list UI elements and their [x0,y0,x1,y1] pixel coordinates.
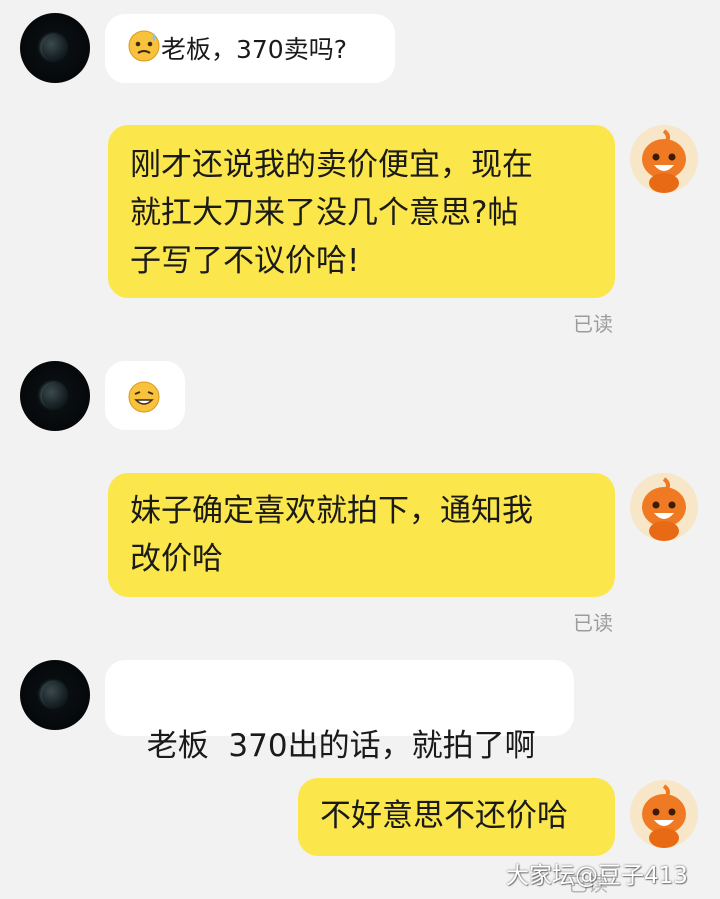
message-bubble-incoming[interactable]: 老板 370出的话，就拍了啊 [105,660,574,764]
message-bubble-outgoing[interactable]: 妹子确定喜欢就拍下，通知我 改价哈 [108,473,615,597]
my-avatar[interactable] [630,473,698,541]
my-avatar[interactable] [630,780,698,848]
grin-squint-emoji [127,380,161,428]
my-avatar[interactable] [630,125,698,193]
message-text: 老板 370出的话，就拍了啊 [146,728,536,764]
message-bubble-outgoing[interactable]: 刚才还说我的卖价便宜，现在 就扛大刀来了没几个意思?帖 子写了不议价哈! [108,125,615,298]
message-line: 子写了不议价哈! [130,243,360,279]
watermark: 大家坛@豆子413 [506,863,688,889]
contact-avatar[interactable] [20,660,90,730]
orange-mascot-icon [630,473,698,541]
orange-mascot-icon [630,125,698,193]
read-status: 已读 [573,611,613,635]
contact-avatar[interactable] [20,361,90,431]
read-status: 已读 [573,312,613,336]
planet-icon [42,383,68,409]
planet-icon [42,682,68,708]
orange-mascot-icon [630,780,698,848]
message-text: 不好意思不还价哈 [320,798,568,834]
contact-avatar[interactable] [20,13,90,83]
anxious-sweat-emoji [127,29,161,73]
message-bubble-incoming[interactable]: 老板，370卖吗? [105,14,395,83]
message-line: 改价哈 [130,541,223,577]
message-line: 刚才还说我的卖价便宜，现在 [130,147,533,183]
planet-icon [42,35,68,61]
message-line: 就扛大刀来了没几个意思?帖 [130,195,519,231]
message-line: 妹子确定喜欢就拍下，通知我 [130,493,533,529]
message-bubble-incoming[interactable] [105,361,185,430]
message-text: 老板，370卖吗? [161,35,347,64]
message-bubble-outgoing[interactable]: 不好意思不还价哈 [298,778,615,856]
